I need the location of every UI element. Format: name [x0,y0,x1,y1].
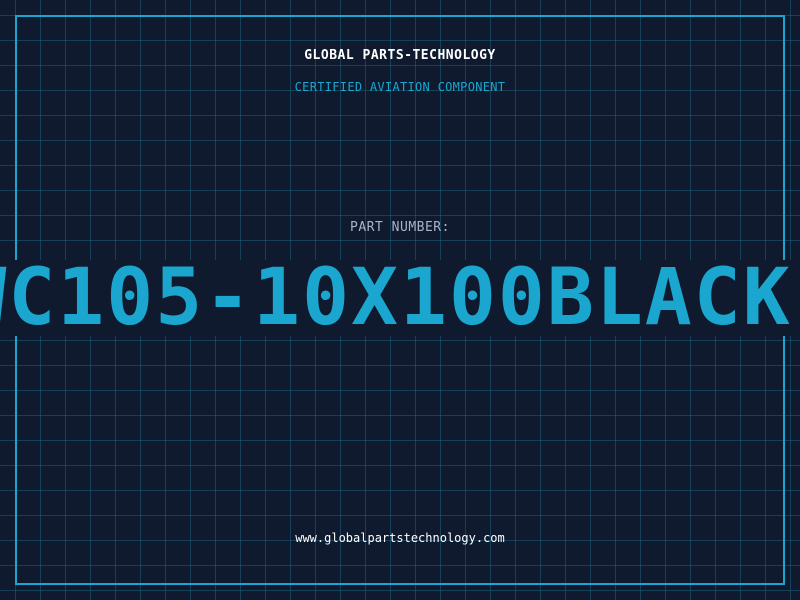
part-card: GLOBAL PARTS-TECHNOLOGY CERTIFIED AVIATI… [0,0,800,600]
company-name: GLOBAL PARTS-TECHNOLOGY [304,48,496,63]
part-number-value: WC105-10X100BLACK- [0,260,800,336]
part-number-label: PART NUMBER: [350,220,450,235]
part-number-band: WC105-10X100BLACK- [0,260,800,336]
certification-subtitle: CERTIFIED AVIATION COMPONENT [294,80,506,94]
website-link[interactable]: www.globalpartstechnology.com [0,531,800,545]
